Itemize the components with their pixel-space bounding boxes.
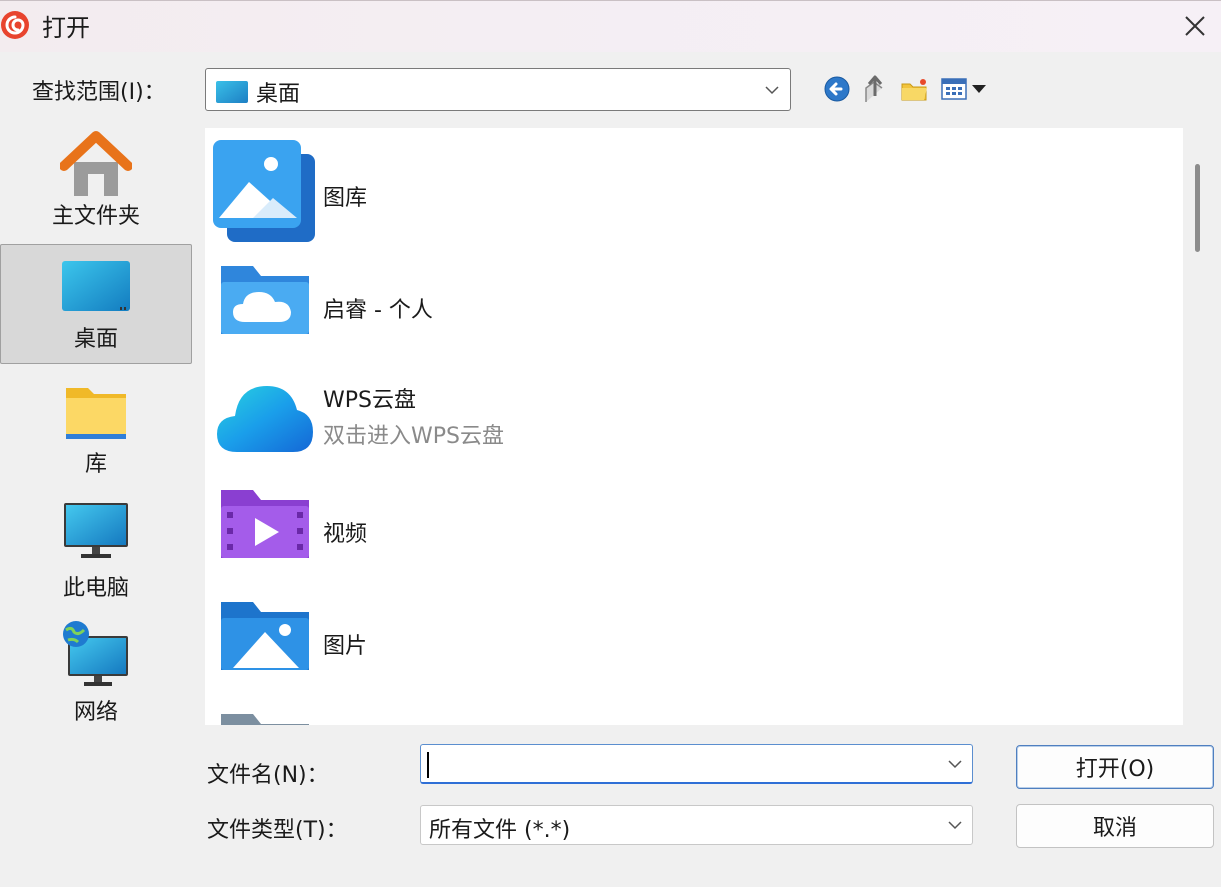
- filetype-value: 所有文件 (*.*): [429, 818, 571, 843]
- sidebar-item-label: 此电脑: [62, 576, 129, 601]
- filetype-label: 文件类型(T)：: [207, 818, 348, 843]
- sidebar-item-library[interactable]: 库: [0, 368, 192, 488]
- close-button[interactable]: [1169, 1, 1221, 51]
- cloud-folder-icon: [221, 266, 309, 334]
- pictures-folder-icon: [221, 602, 309, 670]
- look-in-combo[interactable]: 桌面: [205, 68, 791, 111]
- sidebar-item-this-pc[interactable]: 此电脑: [0, 492, 192, 612]
- sidebar-item-label: 桌面: [73, 327, 118, 352]
- sidebar-item-label: 主文件夹: [51, 204, 140, 229]
- new-folder-button[interactable]: [898, 72, 932, 106]
- desktop-icon: [62, 261, 130, 311]
- sidebar-item-label: 库: [84, 452, 107, 477]
- network-icon: [63, 621, 128, 686]
- chevron-down-icon[interactable]: [947, 759, 963, 769]
- list-item[interactable]: WPS云盘 双击进入WPS云盘: [205, 360, 1165, 470]
- view-menu-button[interactable]: [940, 72, 990, 106]
- file-name: 启睿 - 个人: [323, 298, 433, 323]
- vertical-scrollbar[interactable]: [1189, 128, 1205, 725]
- view-menu-icon: [941, 78, 986, 100]
- computer-icon: [64, 503, 128, 558]
- back-button[interactable]: [822, 72, 852, 106]
- sidebar-item-desktop[interactable]: 桌面: [0, 244, 192, 364]
- filename-label: 文件名(N)：: [207, 763, 329, 788]
- file-name: WPS云盘: [323, 388, 416, 413]
- filename-input[interactable]: [420, 744, 973, 784]
- open-button[interactable]: 打开(O): [1016, 745, 1214, 789]
- wps-cloud-icon: [217, 386, 313, 452]
- sidebar-item-home[interactable]: 主文件夹: [0, 120, 192, 240]
- file-name: 视频: [323, 522, 368, 547]
- video-folder-icon: [221, 490, 309, 558]
- folder-icon: [221, 714, 309, 725]
- sidebar-item-label: 网络: [73, 700, 118, 725]
- gallery-icon: [213, 140, 315, 242]
- new-folder-icon: [901, 79, 927, 101]
- cancel-button[interactable]: 取消: [1016, 804, 1214, 848]
- title-bar: 打开: [0, 0, 1221, 52]
- up-folder-button[interactable]: [860, 72, 890, 106]
- list-item[interactable]: 视频: [205, 472, 1165, 582]
- scrollbar-thumb[interactable]: [1195, 164, 1200, 252]
- look-in-label: 查找范围(I)：: [32, 80, 166, 105]
- sidebar-item-network[interactable]: 网络: [0, 616, 192, 736]
- window-title: 打开: [42, 14, 90, 42]
- text-caret: [427, 752, 429, 778]
- places-sidebar: 主文件夹 桌面 库 此电脑 网络: [0, 120, 195, 880]
- list-item[interactable]: [205, 696, 1165, 725]
- home-icon: [60, 131, 132, 196]
- up-folder-icon: [865, 75, 883, 102]
- filetype-select[interactable]: 所有文件 (*.*): [420, 805, 973, 845]
- file-name: 图库: [323, 186, 368, 211]
- back-icon: [824, 76, 850, 102]
- chevron-down-icon[interactable]: [947, 820, 963, 830]
- file-subtitle: 双击进入WPS云盘: [323, 424, 504, 449]
- chevron-down-icon[interactable]: [764, 85, 780, 95]
- wps-app-icon: [1, 11, 29, 39]
- list-item[interactable]: 启睿 - 个人: [205, 248, 1165, 358]
- desktop-icon: [216, 81, 248, 103]
- look-in-value: 桌面: [256, 82, 301, 107]
- folder-icon: [66, 388, 126, 439]
- file-name: 图片: [323, 634, 368, 659]
- file-list[interactable]: 图库 启睿 - 个人 WPS云盘 双击进入WPS云盘 视频 图片: [205, 128, 1183, 725]
- close-icon: [1185, 16, 1205, 36]
- list-item[interactable]: 图库: [205, 136, 1165, 246]
- list-item[interactable]: 图片: [205, 584, 1165, 694]
